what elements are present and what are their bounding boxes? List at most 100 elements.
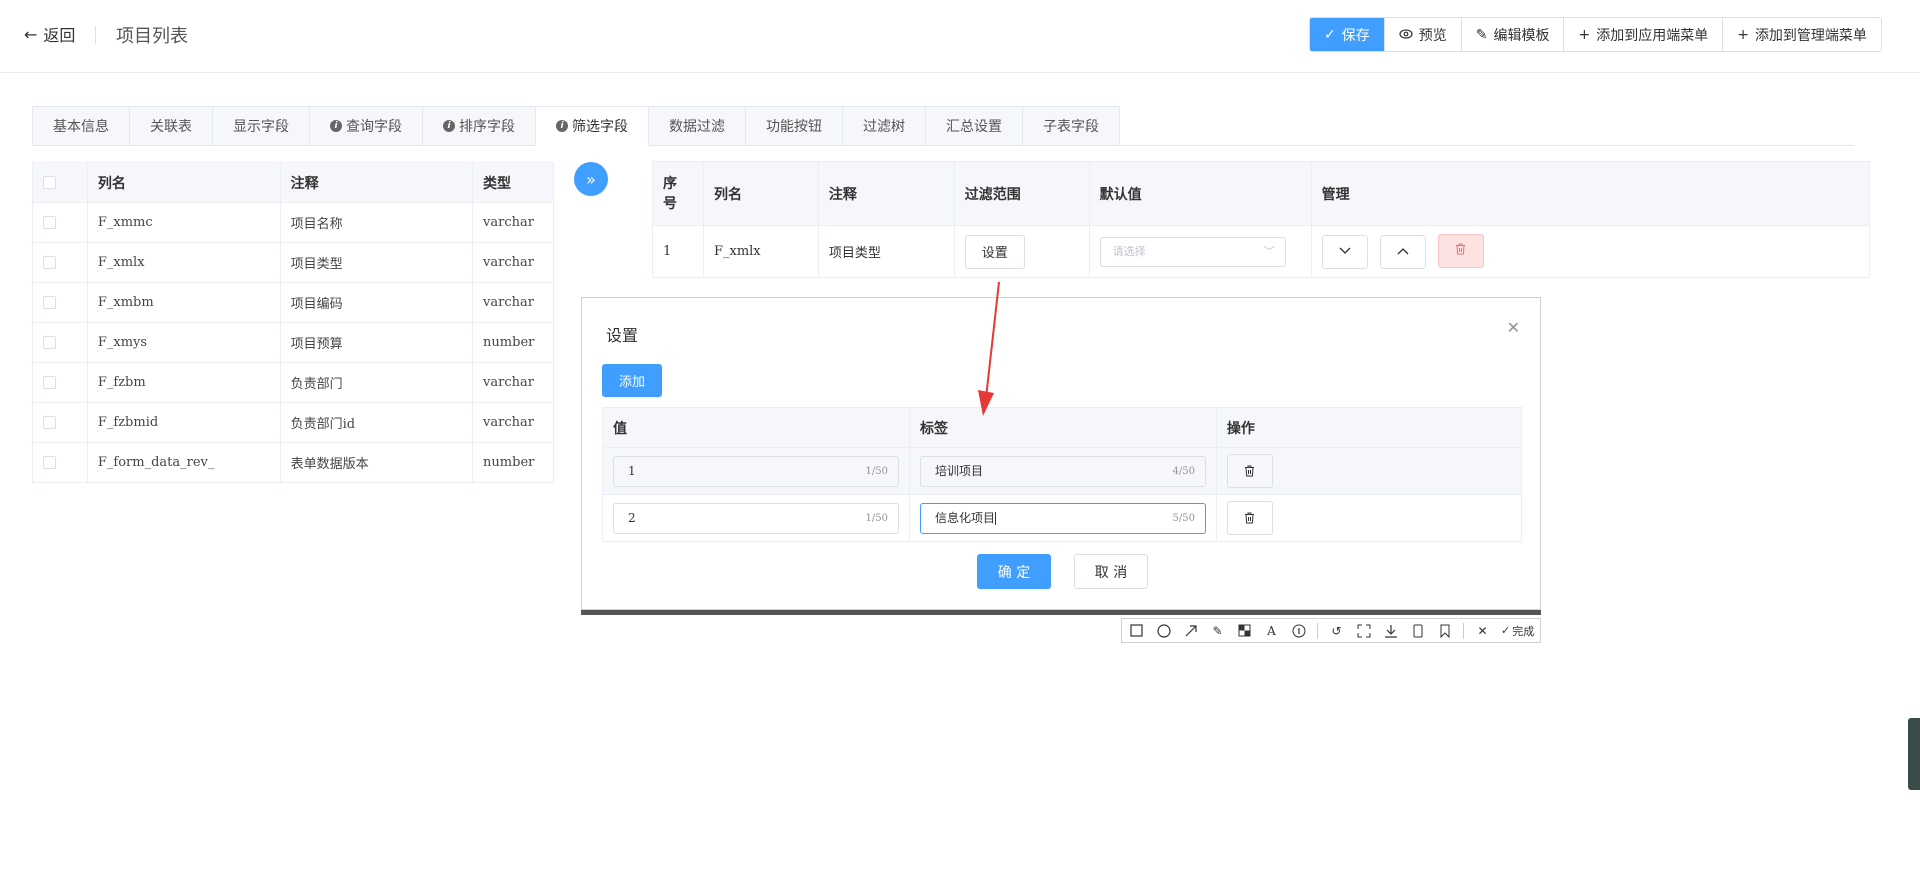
move-right-button[interactable]: » [574,162,608,196]
row-checkbox[interactable] [43,296,56,309]
save-button[interactable]: ✓ 保存 [1310,18,1384,51]
table-row: F_xmlx 项目类型 varchar [32,242,554,283]
char-counter: 1/50 [865,512,888,524]
pencil-icon[interactable]: ✎ [1209,622,1226,639]
add-app-menu-button[interactable]: + 添加到应用端菜单 [1563,18,1723,51]
row-checkbox[interactable] [43,376,56,389]
header-divider [95,26,96,44]
back-button[interactable]: ← 返回 [24,22,75,46]
preview-label: 预览 [1418,27,1447,44]
tab-basic-info[interactable]: 基本信息 [32,106,130,146]
select-placeholder: 请选择 [1112,244,1146,258]
bookmark-icon[interactable] [1436,622,1453,639]
tab-display-fields[interactable]: 显示字段 [213,106,310,146]
row-checkbox[interactable] [43,456,56,469]
tab-summary-settings[interactable]: 汇总设置 [926,106,1023,146]
download-icon[interactable] [1382,622,1399,639]
trash-icon [1244,509,1255,528]
add-admin-menu-label: 添加到管理端菜单 [1754,27,1867,44]
column-header: 列名 [702,161,819,226]
value-input[interactable]: 2 1/50 [613,502,899,534]
tab-data-filter[interactable]: 数据过滤 [649,106,746,146]
char-counter: 5/50 [1172,512,1195,524]
fullscreen-icon[interactable] [1355,622,1372,639]
number-icon[interactable] [1290,622,1307,639]
comment-cell: 负责部门id [279,402,474,443]
edit-template-button[interactable]: ✎ 编辑模板 [1460,18,1564,51]
row-index: 1 [652,225,704,278]
select-all-checkbox[interactable] [43,176,56,189]
row-select-cell [32,402,88,443]
done-button[interactable]: ✓ 完成 [1501,623,1534,639]
comment-cell: 项目名称 [279,202,474,243]
tab-subtable-fields[interactable]: 子表字段 [1023,106,1120,146]
add-admin-menu-button[interactable]: + 添加到管理端菜单 [1722,18,1881,51]
delete-option-button[interactable] [1226,501,1273,535]
row-comment: 项目类型 [817,225,955,278]
column-header: 序号 [652,161,704,226]
page-header: ← 返回 项目列表 ✓ 保存 预览 ✎ 编辑模板 + 添加到应用端菜单 + 添加… [0,0,1920,73]
plus-icon: + [1737,26,1749,43]
label-cell: 信息化项目 5/50 [908,494,1217,542]
column-header: 标签 [908,407,1217,448]
tab-filter-fields[interactable]: i 筛选字段 [536,106,649,146]
info-icon: i [556,120,568,132]
options-table: 值 标签 操作 1 1/50 培训项目 4/50 2 1/50 信息化项目 5/50 [602,407,1523,542]
row-checkbox[interactable] [43,256,56,269]
row-checkbox[interactable] [43,216,56,229]
delete-option-button[interactable] [1226,454,1273,488]
column-header: 注释 [817,161,955,226]
tab-filter-tree[interactable]: 过滤树 [843,106,926,146]
cancel-button[interactable]: 取 消 [1074,554,1148,589]
tab-label: 筛选字段 [572,119,628,135]
text-icon[interactable]: A [1263,622,1280,639]
tab-related-tables[interactable]: 关联表 [130,106,213,146]
table-row: 1 F_xmlx 项目类型 设置 请选择 ﹀ [652,225,1871,278]
toolbar-divider [1463,622,1464,639]
label-input[interactable]: 培训项目 4/50 [919,455,1206,487]
circle-icon[interactable] [1155,622,1172,639]
rectangle-icon[interactable] [1128,622,1145,639]
column-header: 操作 [1215,407,1523,448]
label-input[interactable]: 信息化项目 5/50 [919,502,1206,534]
trash-icon [1244,462,1255,481]
side-widget[interactable] [1908,718,1920,790]
confirm-button[interactable]: 确 定 [977,554,1051,589]
row-select-cell [32,362,88,403]
table-row: 2 1/50 信息化项目 5/50 [602,494,1523,542]
type-cell: number [472,322,554,363]
mosaic-icon[interactable] [1236,622,1253,639]
arrow-icon[interactable] [1182,622,1199,639]
tab-label: 排序字段 [459,119,515,135]
filter-range-settings-button[interactable]: 设置 [964,234,1025,269]
close-icon[interactable]: ✕ [1507,318,1520,337]
preview-button[interactable]: 预览 [1383,18,1461,51]
row-select-cell [32,442,88,483]
row-checkbox[interactable] [43,416,56,429]
move-up-button[interactable] [1379,234,1426,269]
done-label: 完成 [1512,624,1535,638]
tab-function-buttons[interactable]: 功能按钮 [746,106,843,146]
back-label: 返回 [43,26,76,45]
action-cell [1215,494,1523,542]
table-row: 1 1/50 培训项目 4/50 [602,447,1523,495]
cancel-x-icon[interactable]: ✕ [1474,622,1491,639]
type-cell: varchar [472,362,554,403]
settings-dialog: 设置 ✕ 添加 值 标签 操作 1 1/50 培训项目 4/50 2 1/50 信息化… [581,297,1541,610]
plus-icon: + [1578,26,1591,43]
default-value-select[interactable]: 请选择 ﹀ [1099,236,1286,267]
value-input[interactable]: 1 1/50 [613,455,899,487]
input-text: 1 [628,463,636,478]
pin-icon[interactable] [1409,622,1426,639]
table-row: F_xmbm 项目编码 varchar [32,282,554,323]
add-option-button[interactable]: 添加 [602,364,662,397]
row-checkbox[interactable] [43,336,56,349]
table-header-row: 值 标签 操作 [602,407,1523,448]
tab-sort-fields[interactable]: i 排序字段 [423,106,536,146]
eye-icon [1399,27,1413,43]
delete-row-button[interactable] [1437,234,1484,269]
tab-query-fields[interactable]: i 查询字段 [310,106,423,146]
field-name-cell: F_xmlx [86,242,281,283]
move-down-button[interactable] [1321,234,1368,269]
undo-icon[interactable]: ↺ [1328,622,1345,639]
